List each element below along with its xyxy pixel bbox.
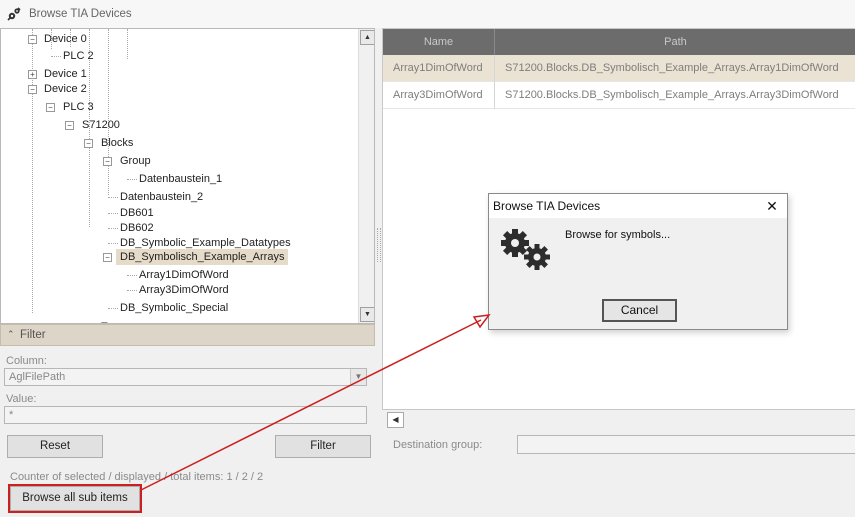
tree-node[interactable]: Device 1 — [44, 66, 87, 82]
plug-gears-icon — [7, 7, 21, 21]
cancel-button[interactable]: Cancel — [602, 299, 677, 322]
tree-node[interactable]: DB602 — [120, 220, 154, 236]
grid-header: Name Path — [383, 29, 855, 55]
tree-connector-line — [108, 308, 118, 309]
tree-connector-line — [127, 179, 137, 180]
collapse-minus-icon[interactable]: − — [103, 253, 112, 262]
column-label: Column: — [6, 355, 47, 367]
dialog-title: Browse TIA Devices — [493, 199, 601, 213]
column-dropdown[interactable]: AglFilePath ▼ — [4, 368, 367, 386]
gears-icon — [501, 229, 550, 270]
filter-header-label: Filter — [20, 329, 46, 341]
row-name-cell: Array3DimOfWord — [383, 82, 495, 109]
value-input[interactable]: * — [4, 406, 367, 424]
value-input-text: * — [9, 409, 14, 421]
table-row[interactable]: Array3DimOfWord S71200.Blocks.DB_Symboli… — [383, 82, 855, 109]
tree-connector-line — [127, 29, 128, 59]
tree-node[interactable]: DB_Symbolisch_Example_Arrays — [116, 249, 289, 265]
device-tree[interactable]: − Device 0 PLC 2 + Device 1− Device 2− PLC 3− S… — [0, 28, 375, 324]
tree-node[interactable]: Blocks — [101, 135, 133, 151]
scroll-left-arrow-icon[interactable]: ◀ — [387, 412, 404, 428]
tree-connector-line — [108, 243, 118, 244]
dialog-message: Browse for symbols... — [565, 229, 671, 241]
tree-node[interactable]: Datenbaustein_1 — [139, 171, 222, 187]
double-chevron-up-icon[interactable]: ⌃ — [7, 329, 15, 340]
collapse-minus-icon[interactable]: − — [28, 35, 37, 44]
chevron-down-icon[interactable]: ▼ — [350, 369, 366, 385]
window-titlebar: Browse TIA Devices — [0, 0, 855, 28]
tree-node[interactable]: Device 2 — [44, 81, 87, 97]
filter-button[interactable]: Filter — [275, 435, 371, 458]
tree-node[interactable]: Group — [120, 153, 151, 169]
destination-group-input[interactable] — [517, 435, 855, 454]
tree-node[interactable]: PLC 3 — [63, 99, 94, 115]
dialog-titlebar: Browse TIA Devices ✕ — [489, 194, 787, 218]
row-path-cell: S71200.Blocks.DB_Symbolisch_Example_Arra… — [505, 89, 839, 101]
tree-vertical-scrollbar[interactable]: ▲ ▼ — [358, 29, 374, 323]
tree-connector-line — [108, 213, 118, 214]
row-name-cell: Array1DimOfWord — [383, 55, 495, 82]
tree-node[interactable]: Array3DimOfWord — [139, 282, 229, 298]
collapse-minus-icon[interactable]: − — [46, 103, 55, 112]
item-counter: Counter of selected / displayed / total … — [10, 471, 264, 483]
table-row[interactable]: Array1DimOfWord S71200.Blocks.DB_Symboli… — [383, 55, 855, 82]
tree-connector-line — [108, 29, 109, 195]
window-title: Browse TIA Devices — [29, 8, 132, 20]
tree-node[interactable]: PLC 2 — [63, 48, 94, 64]
tree-node[interactable]: Datenbaustein_2 — [120, 189, 203, 205]
row-path-cell: S71200.Blocks.DB_Symbolisch_Example_Arra… — [505, 62, 839, 74]
splitter-grip-icon[interactable] — [377, 228, 381, 262]
browse-progress-dialog: Browse TIA Devices ✕ Browse for symbols.… — [488, 193, 788, 330]
collapse-minus-icon[interactable]: − — [103, 157, 112, 166]
destination-group-label: Destination group: — [393, 439, 483, 451]
column-header-path[interactable]: Path — [495, 29, 855, 55]
tree-node[interactable]: DB_Symbolic_Special — [120, 300, 228, 316]
filter-panel-header[interactable]: ⌃ Filter — [0, 324, 375, 346]
collapse-minus-icon[interactable]: − — [65, 121, 74, 130]
expand-plus-icon[interactable]: + — [28, 70, 37, 79]
collapse-minus-icon[interactable]: − — [28, 85, 37, 94]
browse-all-sub-items-button[interactable]: Browse all sub items — [8, 484, 142, 513]
collapse-minus-icon[interactable]: − — [84, 139, 93, 148]
tree-connector-line — [51, 56, 61, 57]
value-label: Value: — [6, 393, 37, 405]
tree-connector-line — [108, 228, 118, 229]
tree-connector-line — [127, 275, 137, 276]
tree-connector-line — [108, 197, 118, 198]
tree-node[interactable]: Array1DimOfWord — [139, 267, 229, 283]
column-dropdown-value: AglFilePath — [9, 371, 66, 383]
scroll-down-arrow-icon[interactable]: ▼ — [360, 307, 374, 322]
tree-node[interactable]: S71200 — [82, 117, 120, 133]
tree-connector-line — [127, 290, 137, 291]
tree-node[interactable]: Device 0 — [44, 31, 87, 47]
tree-node[interactable]: DB601 — [120, 205, 154, 221]
column-header-name[interactable]: Name — [383, 29, 495, 55]
scroll-up-arrow-icon[interactable]: ▲ — [360, 30, 374, 45]
reset-button[interactable]: Reset — [7, 435, 103, 458]
close-icon[interactable]: ✕ — [763, 197, 781, 215]
